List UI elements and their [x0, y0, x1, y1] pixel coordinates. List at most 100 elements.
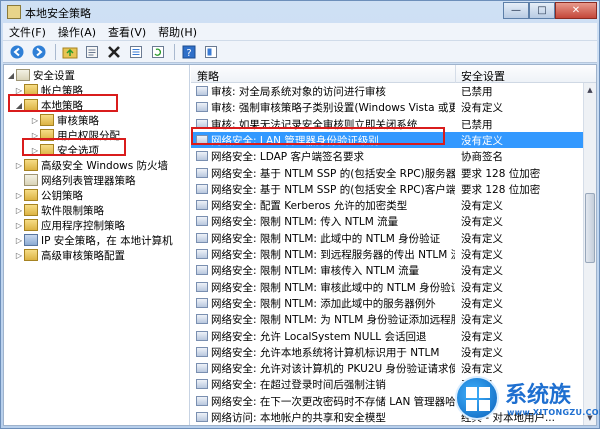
policy-name: 网络安全: 配置 Kerberos 允许的加密类型 [211, 200, 408, 213]
table-row[interactable]: 网络安全: 限制 NTLM: 添加此域中的服务器例外 没有定义 [191, 295, 583, 311]
expand-arrow-icon[interactable]: ▷ [14, 251, 24, 260]
policy-setting: 协商签名 [461, 151, 503, 164]
column-divider[interactable] [455, 65, 456, 83]
toolbar: ? [3, 41, 597, 63]
column-header-setting[interactable]: 安全设置 [461, 68, 505, 84]
table-row[interactable]: 网络安全: 基于 NTLM SSP 的(包括安全 RPC)服务器的最小会话安全要… [191, 165, 583, 181]
expand-arrow-icon[interactable]: ▷ [30, 116, 40, 125]
watermark-url: www.XITONGZU.COM [507, 408, 600, 417]
policy-setting: 已禁用 [461, 118, 493, 131]
policy-item-icon [196, 395, 208, 406]
tree-item-label: 高级安全 Windows 防火墙 [41, 159, 169, 172]
tree-item-label: 网络列表管理器策略 [41, 174, 136, 187]
policy-item-icon [196, 102, 208, 113]
main-content: ◢ 安全设置 ▷ 帐户策略 ◢ 本地策略 ▷ 审核策略 ▷ 用户权限分配 ▷ 安… [3, 64, 597, 426]
windows-logo-icon [455, 376, 499, 420]
tree-item-firewall[interactable]: ▷ 高级安全 Windows 防火墙 [14, 157, 168, 173]
folder-icon [24, 204, 38, 216]
column-header-policy[interactable]: 策略 [197, 68, 219, 84]
policy-name: 网络安全: 限制 NTLM: 为 NTLM 身份验证添加远程服务器例外 [211, 314, 455, 327]
delete-icon[interactable] [104, 43, 124, 61]
table-row[interactable]: 网络安全: 限制 NTLM: 此域中的 NTLM 身份验证 没有定义 [191, 230, 583, 246]
policy-setting: 要求 128 位加密 [461, 183, 541, 196]
expand-arrow-icon[interactable]: ▷ [14, 206, 24, 215]
policy-setting: 没有定义 [461, 249, 503, 261]
svg-text:?: ? [186, 48, 191, 59]
policy-item-icon [196, 249, 208, 259]
policy-item-icon [196, 151, 208, 162]
policy-setting: 没有定义 [461, 297, 503, 310]
table-row[interactable]: 审核: 对全局系统对象的访问进行审核 已禁用 [191, 83, 583, 99]
properties-icon[interactable] [82, 43, 102, 61]
policy-item-icon [196, 200, 208, 211]
table-row[interactable]: 网络安全: 允许 LocalSystem NULL 会话回退 没有定义 [191, 328, 583, 344]
firewall-icon [24, 159, 38, 171]
table-row[interactable]: 审核: 强制审核策略子类别设置(Windows Vista 或更高版本)以覆盖审… [191, 99, 583, 115]
tree-item-label: 应用程序控制策略 [41, 219, 125, 232]
policy-name: 网络安全: 在下一次更改密码时不存储 LAN 管理器哈希值 [211, 395, 455, 408]
table-row[interactable]: 网络安全: 限制 NTLM: 为 NTLM 身份验证添加远程服务器例外没有定义 [191, 311, 583, 327]
close-button[interactable]: ✕ [555, 2, 597, 19]
policy-setting: 没有定义 [461, 314, 503, 327]
scrollbar-thumb[interactable] [585, 193, 595, 263]
table-row[interactable]: 网络安全: 限制 NTLM: 审核传入 NTLM 流量 没有定义 [191, 262, 583, 278]
tree-item-ip-security[interactable]: ▷ IP 安全策略，在 本地计算机 [14, 232, 173, 248]
table-row[interactable]: 网络安全: 基于 NTLM SSP 的(包括安全 RPC)客户端的最小会话安全要… [191, 181, 583, 197]
tree-item-software-restriction[interactable]: ▷ 软件限制策略 [14, 202, 104, 218]
policy-item-icon [196, 297, 208, 308]
scroll-up-arrow-icon[interactable]: ▲ [584, 83, 596, 97]
tree-item-security-settings[interactable]: ◢ 安全设置 [6, 67, 75, 83]
maximize-button[interactable]: □ [529, 2, 555, 19]
menu-action[interactable]: 操作(A) [58, 24, 96, 40]
folder-icon [24, 219, 38, 231]
policy-item-icon [196, 412, 208, 422]
expand-arrow-icon[interactable]: ▷ [14, 236, 24, 245]
policy-name: 审核: 对全局系统对象的访问进行审核 [211, 86, 386, 98]
tree-item-app-control[interactable]: ▷ 应用程序控制策略 [14, 217, 125, 233]
policy-name: 网络安全: 限制 NTLM: 传入 NTLM 流量 [211, 216, 399, 229]
expand-arrow-icon[interactable]: ▷ [14, 191, 24, 200]
up-folder-icon[interactable] [60, 43, 80, 61]
policy-name: 网络安全: 限制 NTLM: 到远程服务器的传出 NTLM 流量 [211, 249, 455, 261]
title-bar[interactable]: 本地安全策略 — □ ✕ [1, 1, 600, 23]
site-watermark: 系统族 www.XITONGZU.COM [453, 373, 600, 428]
policy-item-icon [196, 183, 208, 194]
show-console-icon[interactable] [201, 43, 221, 61]
table-row[interactable]: 网络安全: 配置 Kerberos 允许的加密类型 没有定义 [191, 197, 583, 213]
tree-item-advanced-audit[interactable]: ▷ 高级审核策略配置 [14, 247, 125, 263]
forward-icon[interactable] [29, 43, 49, 61]
policy-folder-icon [16, 69, 30, 81]
policy-item-icon [196, 379, 208, 390]
refresh-icon[interactable] [148, 43, 168, 61]
toolbar-divider [174, 43, 175, 60]
policy-item-icon [196, 346, 208, 357]
table-row[interactable]: 网络安全: 限制 NTLM: 到远程服务器的传出 NTLM 流量 没有定义 [191, 246, 583, 262]
local-security-policy-window: 本地安全策略 — □ ✕ 文件(F) 操作(A) 查看(V) 帮助(H) ? ◢… [0, 0, 600, 429]
policy-name: 网络安全: 在超过登录时间后强制注销 [211, 379, 386, 392]
tree-item-label: 软件限制策略 [41, 204, 104, 217]
tree-item-network-list[interactable]: 网络列表管理器策略 [14, 172, 136, 188]
table-row[interactable]: 网络安全: LDAP 客户端签名要求 协商签名 [191, 148, 583, 164]
menu-view[interactable]: 查看(V) [108, 24, 146, 40]
minimize-button[interactable]: — [503, 2, 529, 19]
collapse-arrow-icon[interactable]: ◢ [6, 71, 16, 80]
back-icon[interactable] [7, 43, 27, 61]
expand-arrow-icon[interactable]: ▷ [14, 221, 24, 230]
export-list-icon[interactable] [126, 43, 146, 61]
folder-icon [40, 114, 54, 126]
table-row[interactable]: 网络安全: 限制 NTLM: 传入 NTLM 流量 没有定义 [191, 213, 583, 229]
table-row[interactable]: 网络安全: 限制 NTLM: 审核此域中的 NTLM 身份验证 没有定义 [191, 279, 583, 295]
expand-arrow-icon[interactable]: ▷ [14, 161, 24, 170]
policy-name: 网络安全: 允许本地系统将计算机标识用于 NTLM [211, 346, 440, 359]
help-icon[interactable]: ? [179, 43, 199, 61]
tree-item-audit-policy[interactable]: ▷ 审核策略 [30, 112, 99, 128]
policy-setting: 没有定义 [461, 200, 503, 213]
policy-name: 网络安全: LDAP 客户端签名要求 [211, 151, 364, 164]
table-row[interactable]: 网络安全: 允许本地系统将计算机标识用于 NTLM 没有定义 [191, 344, 583, 360]
tree-item-public-key[interactable]: ▷ 公钥策略 [14, 187, 83, 203]
policy-name: 网络访问: 本地帐户的共享和安全模型 [211, 412, 386, 424]
menu-help[interactable]: 帮助(H) [158, 24, 197, 40]
highlight-box-local-policies [8, 94, 118, 112]
policy-name: 网络安全: 基于 NTLM SSP 的(包括安全 RPC)客户端的最小会话安全 [211, 183, 455, 196]
menu-file[interactable]: 文件(F) [9, 24, 46, 40]
